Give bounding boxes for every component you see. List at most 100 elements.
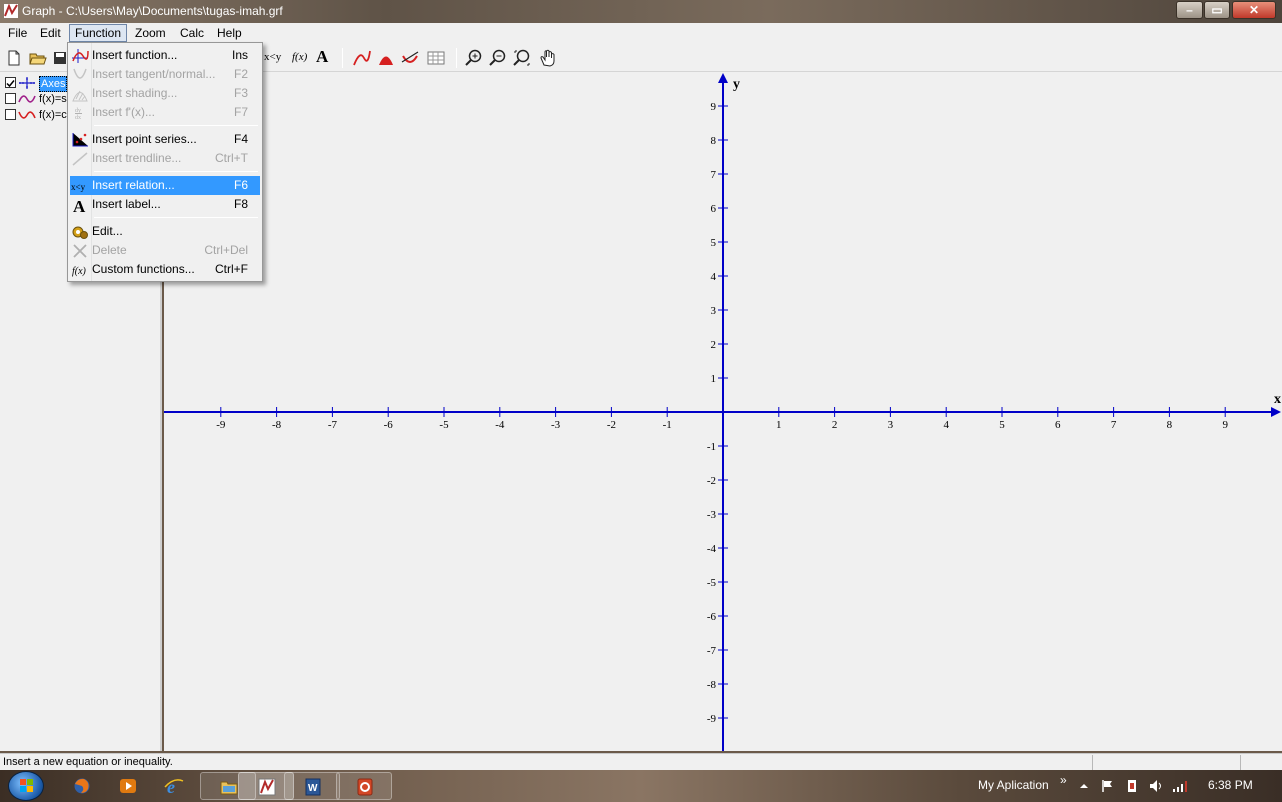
network-signal-icon[interactable] [1172,778,1188,794]
menu-item-insert-shading: Insert shading... F3 [70,84,260,103]
y-tick-label: -1 [707,441,716,453]
taskbar-word[interactable]: W [284,772,340,800]
function-list-label: f(x)=si [39,93,70,105]
x-tick-label: 6 [1055,419,1061,431]
menu-item-delete: Delete Ctrl+Del [70,241,260,260]
menu-zoom[interactable]: Zoom [130,24,171,42]
insert-relation-tool[interactable]: x<y [264,51,286,71]
menu-item-label: Insert shading... [92,86,178,100]
menu-bar: File Edit Function Zoom Calc Help [0,23,1282,43]
custom-function-tool[interactable]: f(x) [292,51,312,71]
y-tick-label: -7 [707,645,717,657]
x-axis-arrow [1271,407,1281,417]
function-curve-icon[interactable] [352,48,372,68]
menu-separator [94,217,258,218]
menu-help[interactable]: Help [212,24,247,42]
menu-calc[interactable]: Calc [175,24,209,42]
menu-item-insert-label[interactable]: A Insert label... F8 [70,195,260,214]
menu-item-shortcut: Ins [231,48,248,62]
x-tick-label: 8 [1167,419,1173,431]
x-axis-name: x [1274,392,1281,407]
menu-item-insert-point-series[interactable]: Insert point series... F4 [70,130,260,149]
y-tick-label: -2 [707,475,716,487]
menu-item-insert-function[interactable]: Insert function... Ins [70,46,260,65]
toolbar-my-aplication[interactable]: My Aplication [978,778,1049,792]
maximize-button[interactable]: ▭ [1204,1,1230,19]
close-button[interactable]: ✕ [1232,1,1276,19]
x-tick-label: -9 [216,419,226,431]
x-tick-label: 1 [776,419,782,431]
start-button[interactable] [8,771,44,801]
toolbar-separator [456,48,457,68]
volume-icon[interactable] [1148,778,1164,794]
menu-item-shortcut: F6 [233,178,248,192]
internet-explorer-icon: e [164,777,184,795]
menu-item-edit[interactable]: Edit... [70,222,260,241]
menu-separator [94,171,258,172]
open-file-icon[interactable] [28,48,48,68]
x-tick-label: -5 [439,419,449,431]
table-icon[interactable] [426,48,446,68]
shading-icon[interactable] [376,48,396,68]
menu-item-shortcut: F2 [233,67,248,81]
menu-function[interactable]: Function [69,24,128,42]
menu-edit[interactable]: Edit [35,24,66,42]
x-tick-label: 9 [1222,419,1228,431]
menu-item-insert-relation[interactable]: x<y Insert relation... F6 [70,176,260,195]
toolbar-separator [342,48,343,68]
y-tick-label: 9 [711,101,717,113]
menu-item-label: Insert relation... [92,178,175,192]
x-tick-label: 5 [999,419,1005,431]
coordinate-system: -9 -8 -7 -6 -5 -4 -3 -2 -1 1 2 3 4 5 6 7 8 9 9 8 7 6 5 4 3 2 1 -1 -2… [164,73,1281,751]
zoom-in-icon[interactable] [464,48,484,68]
y-tick-label: 7 [711,169,717,181]
save-file-icon[interactable] [52,48,66,68]
graph-area[interactable]: -9 -8 -7 -6 -5 -4 -3 -2 -1 1 2 3 4 5 6 7 8 9 9 8 7 6 5 4 3 2 1 -1 -2… [164,72,1282,751]
function-checkbox[interactable] [5,109,16,120]
y-tick-label: 5 [711,237,717,249]
tangent-icon[interactable] [400,48,420,68]
y-tick-label: -8 [707,679,717,691]
zoom-fit-icon[interactable] [512,48,532,68]
menu-item-insert-trendline: Insert trendline... Ctrl+T [70,149,260,168]
taskbar-powerpoint[interactable] [336,772,392,800]
axes-checkbox[interactable] [5,77,16,88]
show-hidden-icons-icon[interactable] [1076,778,1092,794]
maximize-icon: ▭ [1211,3,1223,17]
insert-function-icon [72,49,89,63]
new-file-icon[interactable] [4,48,24,68]
power-icon[interactable] [1124,778,1140,794]
menu-item-custom-functions[interactable]: f(x) Custom functions... Ctrl+F [70,260,260,279]
y-axis-name: y [733,77,740,92]
point-series-icon [72,133,88,147]
window-title: Graph - C:\Users\May\Documents\tugas-ima… [22,4,283,18]
y-tick-label: 4 [711,271,717,283]
menu-item-insert-tangent: Insert tangent/normal... F2 [70,65,260,84]
taskbar-internet-explorer[interactable]: e [146,772,202,800]
y-axis-arrow [718,73,728,83]
derivative-icon: dydx [75,108,82,121]
x-tick-label: -2 [607,419,616,431]
minimize-button[interactable]: – [1176,1,1203,19]
clock[interactable]: 6:38 PM [1208,778,1253,792]
insert-label-tool[interactable]: A [316,47,334,67]
y-tick-label: 3 [711,305,717,317]
svg-text:W: W [308,783,318,794]
menu-separator [94,125,258,126]
function-menu-dropdown: Insert function... Ins Insert tangent/no… [67,42,263,282]
zoom-out-icon[interactable] [488,48,508,68]
relation-icon: x<y [71,182,86,192]
menu-file[interactable]: File [3,24,32,42]
function-checkbox[interactable] [5,93,16,104]
toolbar-expand-chevron[interactable]: » [1060,773,1067,787]
menu-item-label: Insert label... [92,197,161,211]
menu-item-shortcut: F4 [233,132,248,146]
minimize-icon: – [1186,3,1193,17]
trendline-icon [72,152,88,166]
pan-hand-icon[interactable] [538,48,558,68]
windows-logo-icon [20,779,33,792]
action-center-flag-icon[interactable] [1100,778,1116,794]
y-tick-label: 6 [711,203,717,215]
menu-item-label: Insert point series... [92,132,197,146]
menu-item-insert-derivative: dy dx Insert f'(x)... F7 [70,103,260,122]
